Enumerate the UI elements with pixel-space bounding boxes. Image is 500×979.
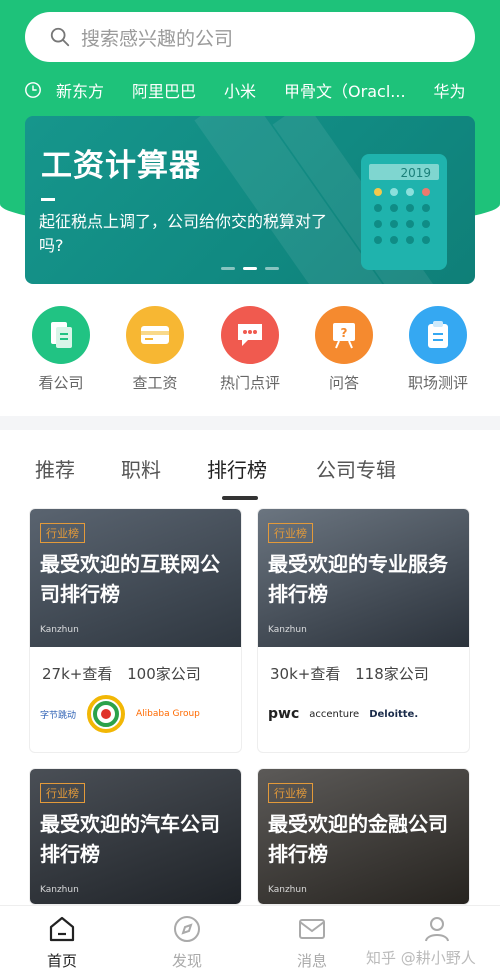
nav-profile[interactable]: [397, 912, 477, 946]
clock-icon: [25, 82, 41, 98]
chat-bubble-icon: [221, 306, 279, 364]
search-bar[interactable]: 搜索感兴趣的公司: [25, 12, 475, 62]
carousel-dot-active: [243, 267, 257, 270]
banner-subtitle: 起征税点上调了，公司给你交的税算对了吗?: [39, 212, 328, 255]
alibaba-logo: Alibaba Group: [136, 709, 200, 719]
card-views: 30k+查看: [270, 665, 341, 683]
bytedance-logo: 字节跳动: [40, 710, 77, 721]
card-title: 最受欢迎的汽车公司排行榜: [40, 812, 220, 866]
watermark: 知乎 @耕小野人: [366, 949, 476, 967]
card-title: 最受欢迎的互联网公司排行榜: [40, 552, 220, 606]
category-label: 职场测评: [407, 374, 468, 392]
question-board-icon: ?: [315, 306, 373, 364]
card-company-count: 118家公司: [355, 665, 429, 683]
calculator-icon: 2019: [361, 154, 447, 270]
tab-materials[interactable]: 职料: [121, 454, 161, 483]
search-icon: [50, 27, 70, 47]
card-brand: Kanzhun: [268, 625, 307, 635]
card-company-count: 100家公司: [127, 665, 201, 683]
money-card-icon: [126, 306, 184, 364]
tencent-logo: [87, 695, 126, 733]
nav-label: 发现: [171, 952, 202, 970]
pwc-logo: pwc: [268, 706, 300, 722]
mail-icon: [272, 912, 352, 946]
card-image: 行业榜 最受欢迎的金融公司排行榜 Kanzhun: [258, 769, 469, 904]
category-label: 查工资: [132, 374, 178, 392]
card-image: 行业榜 最受欢迎的互联网公司排行榜 Kanzhun: [30, 509, 241, 647]
card-image: 行业榜 最受欢迎的汽车公司排行榜 Kanzhun: [30, 769, 241, 904]
content-tabs: 推荐 职料 排行榜 公司专辑: [0, 430, 500, 502]
svg-text:?: ?: [341, 326, 348, 340]
card-title: 最受欢迎的金融公司排行榜: [268, 812, 448, 866]
hot-company-link[interactable]: 小米: [224, 78, 256, 102]
category-label: 问答: [328, 374, 359, 392]
hot-company-row: 新东方 阿里巴巴 小米 甲骨文（Oracl... 华为: [24, 78, 500, 102]
card-image: 行业榜 最受欢迎的专业服务排行榜 Kanzhun: [258, 509, 469, 647]
salary-calculator-banner[interactable]: 工资计算器 起征税点上调了，公司给你交的税算对了吗? 2019: [25, 116, 475, 284]
deloitte-logo: Deloitte.: [369, 708, 419, 720]
tab-company-albums[interactable]: 公司专辑: [316, 454, 396, 483]
hot-company-link[interactable]: 华为: [434, 78, 466, 102]
ranking-card[interactable]: 行业榜 最受欢迎的汽车公司排行榜 Kanzhun: [29, 768, 242, 905]
calculator-year: 2019: [400, 166, 431, 180]
card-title: 最受欢迎的专业服务排行榜: [268, 552, 448, 606]
banner-divider: [41, 198, 55, 201]
category-check-salary[interactable]: 查工资: [110, 300, 200, 393]
tab-recommend[interactable]: 推荐: [35, 454, 75, 483]
clipboard-icon: [409, 306, 467, 364]
nav-messages[interactable]: 消息: [272, 912, 352, 971]
category-shortcuts: 看公司 查工资 热门点评 ? 问答 职场测评: [0, 300, 500, 400]
category-label: 热门点评: [219, 374, 280, 392]
ranking-card[interactable]: 行业榜 最受欢迎的金融公司排行榜 Kanzhun: [257, 768, 470, 905]
tab-rankings[interactable]: 排行榜: [207, 454, 267, 483]
category-look-company[interactable]: 看公司: [16, 300, 106, 393]
accenture-logo: accenture: [309, 708, 360, 720]
hot-company-link[interactable]: 阿里巴巴: [132, 78, 196, 102]
hot-company-link[interactable]: 新东方: [56, 78, 104, 102]
hot-company-link[interactable]: 甲骨文（Oracl...: [284, 78, 405, 102]
search-input[interactable]: 搜索感兴趣的公司: [81, 24, 233, 51]
banner-title: 工资计算器: [41, 148, 201, 184]
card-logos: pwc accenture Deloitte.: [258, 684, 469, 734]
card-logos: 字节跳动 Alibaba Group: [30, 684, 241, 734]
carousel-dots: [221, 267, 279, 270]
card-brand: Kanzhun: [268, 885, 307, 895]
category-label: 看公司: [38, 374, 84, 392]
card-stats: 30k+查看 118家公司: [258, 647, 469, 684]
document-icon: [32, 306, 90, 364]
nav-label: 首页: [46, 952, 77, 970]
card-brand: Kanzhun: [40, 885, 79, 895]
card-tag: 行业榜: [268, 523, 313, 543]
compass-icon: [147, 912, 227, 946]
card-tag: 行业榜: [40, 523, 85, 543]
category-qa[interactable]: ? 问答: [299, 300, 389, 393]
card-brand: Kanzhun: [40, 625, 79, 635]
card-tag: 行业榜: [40, 783, 85, 803]
ranking-card[interactable]: 行业榜 最受欢迎的互联网公司排行榜 Kanzhun 27k+查看 100家公司 …: [29, 508, 242, 753]
category-career-test[interactable]: 职场测评: [393, 300, 483, 393]
card-views: 27k+查看: [42, 665, 113, 683]
carousel-dot: [265, 267, 279, 270]
nav-label: 消息: [296, 952, 327, 970]
active-tab-indicator: [222, 496, 258, 500]
category-hot-reviews[interactable]: 热门点评: [205, 300, 295, 393]
carousel-dot: [221, 267, 235, 270]
ranking-card[interactable]: 行业榜 最受欢迎的专业服务排行榜 Kanzhun 30k+查看 118家公司 p…: [257, 508, 470, 753]
card-stats: 27k+查看 100家公司: [30, 647, 241, 684]
profile-icon: [397, 912, 477, 946]
nav-discover[interactable]: 发现: [147, 912, 227, 971]
section-separator: [0, 416, 500, 430]
card-tag: 行业榜: [268, 783, 313, 803]
home-icon: [22, 912, 102, 946]
nav-home[interactable]: 首页: [22, 912, 102, 971]
